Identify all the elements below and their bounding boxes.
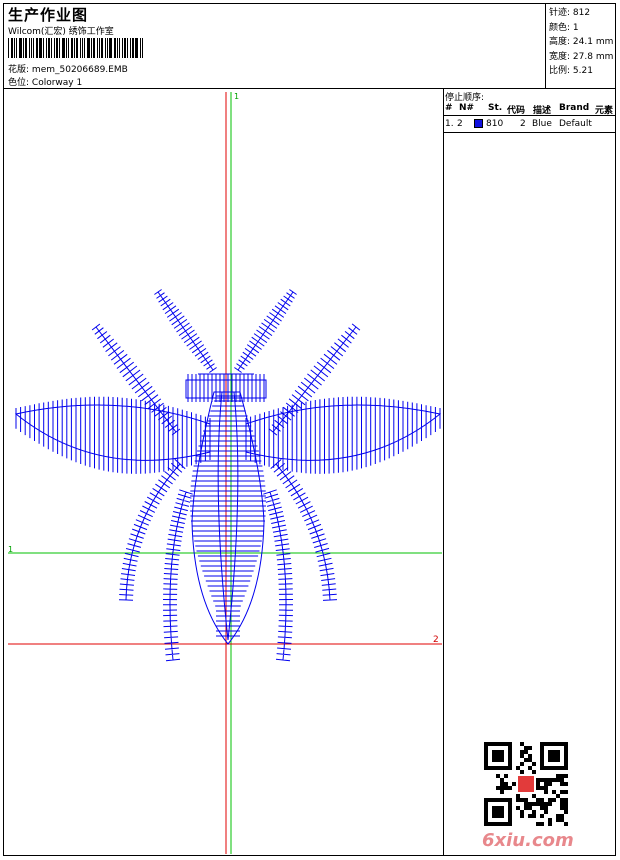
qr-code: [484, 742, 568, 826]
panel-divider: [443, 89, 444, 855]
col-hash: #: [445, 103, 453, 113]
row-brand: Default: [559, 119, 592, 129]
green-vertical-label: 1: [234, 92, 239, 101]
col-brand: Brand: [559, 103, 590, 113]
leg-right-inner: [263, 489, 294, 662]
page-title: 生产作业图: [8, 6, 89, 24]
row-num: 1.: [445, 119, 454, 129]
table-row-rule: [444, 132, 615, 133]
mosquito-stitch-design: [14, 289, 442, 662]
stats-panel: 针迹: 812 颜色: 1 高度: 24.1 mm 宽度: 27.8 mm 比例…: [549, 6, 613, 79]
feeler-left-inner: [154, 289, 217, 373]
design-value: mem_50206689.EMB: [31, 65, 128, 75]
worksheet: 生产作业图 Wilcom(汇宏) 绣饰工作室 花版: mem_50206689.…: [3, 3, 616, 856]
colorway-value: Colorway 1: [31, 78, 83, 88]
stop-sequence-title: 停止顺序:: [445, 93, 485, 103]
row-st: 810: [486, 119, 504, 129]
table-header-rule: [444, 115, 615, 116]
design-name-row: 花版: mem_50206689.EMB: [8, 62, 128, 75]
barcode: [8, 38, 218, 58]
row-desc: Blue: [532, 119, 552, 129]
body: [190, 391, 266, 645]
colorway-label: 色位:: [8, 78, 30, 88]
green-horizontal-label: 1: [8, 545, 13, 554]
stat-stitches: 针迹: 812: [549, 8, 591, 18]
row-code: 2: [520, 119, 526, 129]
stat-width: 宽度: 27.8 mm: [549, 51, 614, 62]
watermark-logo: 6xiu.com: [482, 830, 574, 851]
header-divider-vertical: [545, 4, 546, 88]
stat-scale: 比例: 5.21: [549, 66, 593, 76]
col-n: N#: [459, 103, 475, 113]
studio-name: Wilcom(汇宏) 绣饰工作室: [8, 27, 114, 37]
leg-left-inner: [162, 489, 193, 662]
seal-icon: [518, 776, 534, 792]
stat-colors: 颜色: 1: [549, 22, 579, 33]
colorway-row: 色位: Colorway 1: [8, 75, 82, 88]
row-n: 2: [457, 119, 463, 129]
guide-lines: [8, 92, 442, 854]
col-st: St.: [488, 103, 503, 113]
header-divider: [4, 88, 615, 89]
wing-right: [245, 396, 442, 474]
red-horizontal-label: 2: [433, 635, 439, 645]
feeler-right-inner: [234, 289, 297, 373]
design-label: 花版:: [8, 65, 30, 75]
design-canvas: 1 1 2 2: [8, 92, 442, 854]
wing-left: [14, 396, 211, 474]
stat-height: 高度: 24.1 mm: [549, 37, 614, 47]
